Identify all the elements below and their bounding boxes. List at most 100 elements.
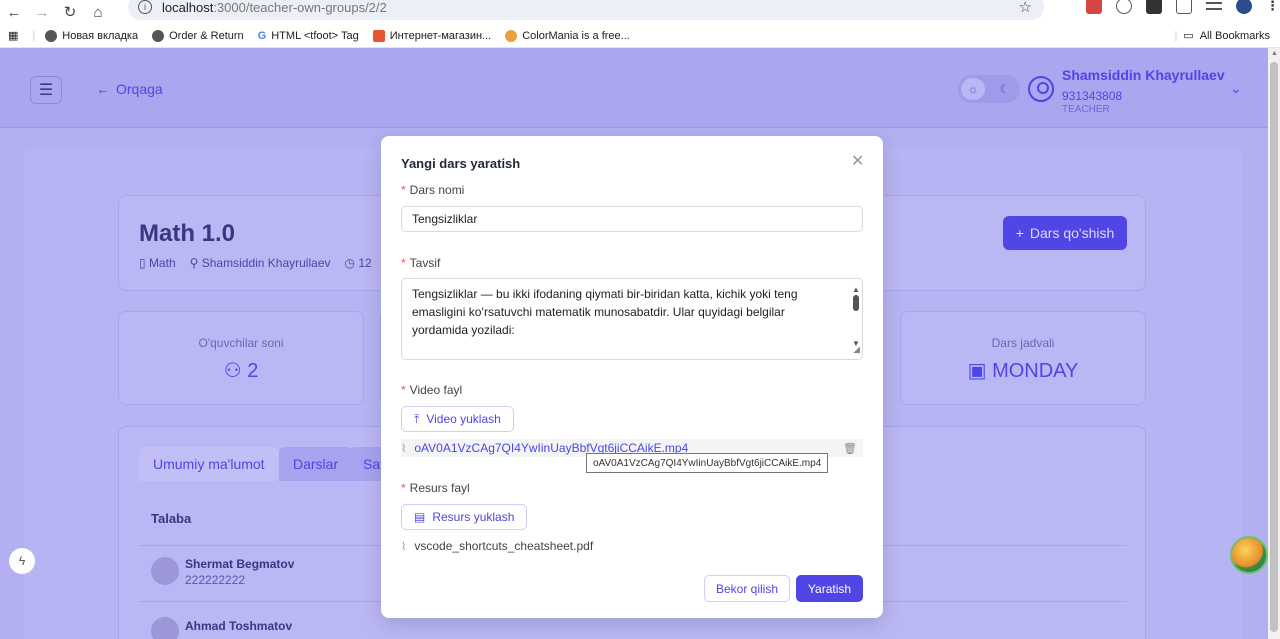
clock-icon: ◷ <box>344 256 359 270</box>
back-arrow-icon[interactable]: ← <box>0 2 28 22</box>
chevron-down-icon[interactable]: ⌄ <box>1230 80 1242 97</box>
lightning-icon[interactable]: ϟ <box>9 548 35 574</box>
video-upload-button[interactable]: ⤒ Video yuklash <box>401 406 514 432</box>
apps-grid-icon[interactable]: ▦ <box>8 29 18 42</box>
course-subject: ▯ Math <box>139 256 176 270</box>
assistant-fab[interactable] <box>1230 536 1268 574</box>
student-name: Shermat Begmatov <box>185 557 295 571</box>
reading-list-icon[interactable] <box>1206 2 1222 10</box>
description-label-text: Tavsif <box>409 256 441 270</box>
student-phone: 222222222 <box>185 573 246 587</box>
home-icon[interactable]: ⌂ <box>84 2 112 22</box>
sun-icon[interactable]: ☼ <box>961 78 985 100</box>
separator: | <box>32 29 36 42</box>
browser-toolbar: ← → ↻ ⌂ i localhost:3000/teacher-own-gro… <box>0 0 1280 24</box>
paperclip-icon: ⌇ <box>401 540 407 553</box>
hamburger-icon: ☰ <box>38 82 54 99</box>
add-lesson-label: Dars qo'shish <box>1029 225 1115 241</box>
resource-label-text: Resurs fayl <box>409 481 470 495</box>
bookmark-label: Интернет-магазин... <box>389 29 492 42</box>
bookmark-star-icon[interactable]: ☆ <box>1019 0 1032 16</box>
create-lesson-modal: Yangi dars yaratish ✕ * Dars nomi Tengsiz… <box>381 136 883 618</box>
scroll-up-icon[interactable]: ▲ <box>1271 50 1278 57</box>
url-path: :3000/teacher-own-groups/2/2 <box>213 0 387 15</box>
back-link-label: Orqaga <box>116 81 163 97</box>
course-meta: ▯ Math ⚲ Shamsiddin Khayrullaev ◷ 12 <box>139 256 372 270</box>
bookmark-label: Новая вкладка <box>62 29 139 42</box>
course-title: Math 1.0 <box>139 220 236 247</box>
user-name: Shamsiddin Khayrullaev <box>1062 67 1225 83</box>
all-bookmarks-label: All Bookmarks <box>1199 29 1270 42</box>
course-time-label: 12 <box>358 256 372 270</box>
paperclip-icon: ⌇ <box>401 442 407 455</box>
palette-icon <box>505 29 518 42</box>
description-textarea[interactable]: Tengsizliklar — bu ikki ifodaning qiymat… <box>401 278 863 360</box>
extension-icons: ⋮ <box>1086 0 1279 14</box>
bookmark-item[interactable]: Order & Return <box>152 29 244 42</box>
reload-icon[interactable]: ↻ <box>56 2 84 22</box>
extensions-puzzle-icon[interactable] <box>1176 0 1192 14</box>
extension-icon[interactable] <box>1146 0 1162 14</box>
all-bookmarks[interactable]: | ▭ All Bookmarks <box>1174 29 1270 43</box>
file-name-tooltip: oAV0A1VzCAg7QI4YwIinUayBbfVgt6jiCCAikE.m… <box>586 453 829 473</box>
avatar <box>151 617 179 639</box>
tab-lessons[interactable]: Darslar <box>279 447 353 481</box>
trash-icon[interactable]: 🗑 <box>843 442 857 455</box>
globe-icon <box>45 29 58 42</box>
scrollbar-thumb[interactable] <box>853 295 859 311</box>
menu-button[interactable]: ☰ <box>30 76 62 104</box>
create-button[interactable]: Yaratish <box>796 575 863 602</box>
required-marker: * <box>401 481 406 495</box>
user-avatar-icon[interactable] <box>1028 76 1054 102</box>
course-subject-label: Math <box>148 256 176 270</box>
textarea-scrollbar[interactable]: ▲ ▼ <box>852 281 860 348</box>
schedule-stat-card: Dars jadvali ▣ MONDAY <box>900 311 1146 405</box>
google-icon: G <box>257 29 267 42</box>
back-link[interactable]: ← Orqaga <box>96 81 163 97</box>
theme-toggle[interactable]: ☼ ☾ <box>958 75 1020 103</box>
video-label: * Video fayl <box>401 383 462 397</box>
bookmarks-bar: ▦ | Новая вкладка Order & Return G HTML <… <box>0 24 1280 48</box>
cancel-button[interactable]: Bekor qilish <box>704 575 790 602</box>
course-teacher-label: Shamsiddin Khayrullaev <box>201 256 331 270</box>
user-icon: ⚲ <box>189 256 202 270</box>
page-scrollbar[interactable]: ▲ <box>1268 48 1280 639</box>
globe-icon <box>152 29 165 42</box>
bookmark-item[interactable]: Новая вкладка <box>45 29 139 42</box>
video-upload-label: Video yuklash <box>426 412 501 426</box>
separator: | <box>1174 29 1178 42</box>
tab-general[interactable]: Umumiy ma'lumot <box>139 447 279 481</box>
table-header-student: Talaba <box>151 511 192 526</box>
calendar-icon: ▣ <box>967 360 993 382</box>
scrollbar-thumb[interactable] <box>1270 62 1278 632</box>
user-phone: 931343808 <box>1062 89 1123 103</box>
forward-arrow-icon[interactable]: → <box>28 2 56 22</box>
resize-handle-icon[interactable]: ◢ <box>853 340 860 358</box>
bookmark-item[interactable]: ColorMania is a free... <box>505 29 630 42</box>
course-time: ◷ 12 <box>345 256 372 270</box>
extension-icon[interactable] <box>1086 0 1102 14</box>
lesson-name-input[interactable]: Tengsizliklar <box>401 206 863 232</box>
schedule-stat-label: Dars jadvali <box>991 336 1055 350</box>
resource-upload-button[interactable]: ▤ Resurs yuklash <box>401 504 528 530</box>
bookmark-item[interactable]: Интернет-магазин... <box>372 29 492 42</box>
video-label-text: Video fayl <box>409 383 463 397</box>
lesson-name-label-text: Dars nomi <box>409 183 465 197</box>
book-icon: ▯ <box>139 256 149 270</box>
add-lesson-button[interactable]: + Dars qo'shish <box>1003 216 1127 250</box>
required-marker: * <box>401 383 406 397</box>
required-marker: * <box>401 183 406 197</box>
bookmark-item[interactable]: G HTML <tfoot> Tag <box>258 30 359 42</box>
resource-file-name[interactable]: vscode_shortcuts_cheatsheet.pdf <box>414 539 593 553</box>
browser-menu-icon[interactable]: ⋮ <box>1266 0 1279 14</box>
close-icon[interactable]: ✕ <box>851 151 864 171</box>
address-bar[interactable]: i localhost:3000/teacher-own-groups/2/2 … <box>128 0 1044 20</box>
site-info-icon[interactable]: i <box>138 0 152 14</box>
resource-upload-label: Resurs yuklash <box>432 510 515 524</box>
resource-file-item[interactable]: ⌇ vscode_shortcuts_cheatsheet.pdf <box>401 537 863 555</box>
moon-icon[interactable]: ☾ <box>993 78 1017 100</box>
course-teacher: ⚲ Shamsiddin Khayrullaev <box>190 256 331 270</box>
bookmark-label: ColorMania is a free... <box>522 29 630 42</box>
profile-avatar-icon[interactable] <box>1236 0 1252 14</box>
extension-icon[interactable] <box>1116 0 1132 14</box>
